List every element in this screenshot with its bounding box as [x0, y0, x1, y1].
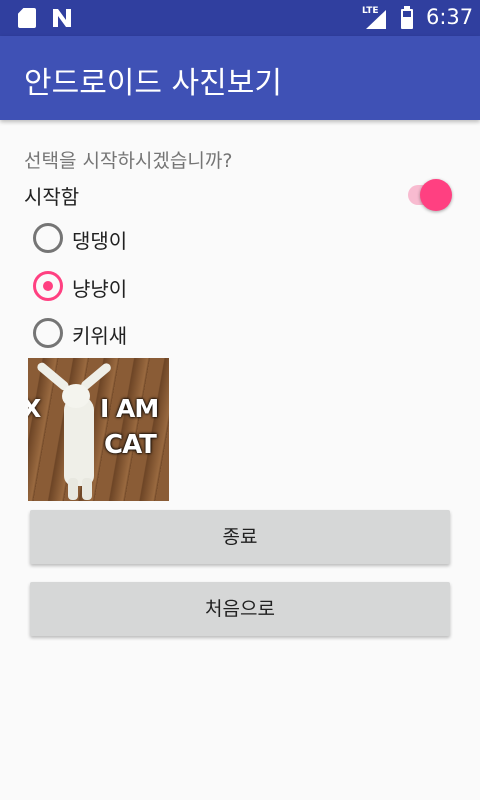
app-title: 안드로이드 사진보기 — [24, 66, 282, 101]
radio-selected-dot — [43, 281, 53, 291]
radio-option-cat[interactable]: 냥냥이 — [32, 266, 332, 306]
n-notification-icon — [53, 9, 71, 27]
radio-button-checked[interactable] — [33, 271, 63, 301]
sd-card-icon — [18, 8, 36, 28]
photo-caption-fragment: X — [28, 394, 42, 423]
question-text: 선택을 시작하시겠습니까? — [24, 150, 233, 172]
battery-icon — [401, 6, 413, 29]
status-clock: 6:37 — [426, 5, 474, 29]
cat-photo: X I AM CAT — [28, 358, 169, 501]
radio-button[interactable] — [33, 223, 63, 253]
radio-option-dog[interactable]: 댕댕이 — [32, 218, 332, 258]
photo-caption-line1: I AM — [100, 394, 159, 423]
reset-button[interactable]: 처음으로 — [30, 582, 450, 636]
cat-leg-right — [82, 478, 92, 500]
radio-label: 댕댕이 — [72, 229, 128, 253]
exit-button[interactable]: 종료 — [30, 510, 450, 564]
app-bar: 안드로이드 사진보기 — [0, 36, 480, 120]
radio-label: 냥냥이 — [72, 277, 128, 301]
radio-button[interactable] — [33, 318, 63, 348]
radio-option-kiwi[interactable]: 키위새 — [32, 313, 332, 353]
switch-label: 시작함 — [24, 185, 80, 209]
radio-label: 키위새 — [72, 324, 128, 348]
switch-thumb[interactable] — [420, 179, 452, 211]
network-type-label: LTE — [362, 6, 379, 16]
start-switch-row[interactable]: 시작함 — [24, 178, 456, 212]
photo-caption-line2: CAT — [104, 430, 157, 460]
status-bar: LTE 6:37 — [0, 0, 480, 36]
cat-head — [62, 384, 90, 408]
cat-body — [64, 396, 94, 486]
cat-leg-left — [68, 478, 78, 500]
